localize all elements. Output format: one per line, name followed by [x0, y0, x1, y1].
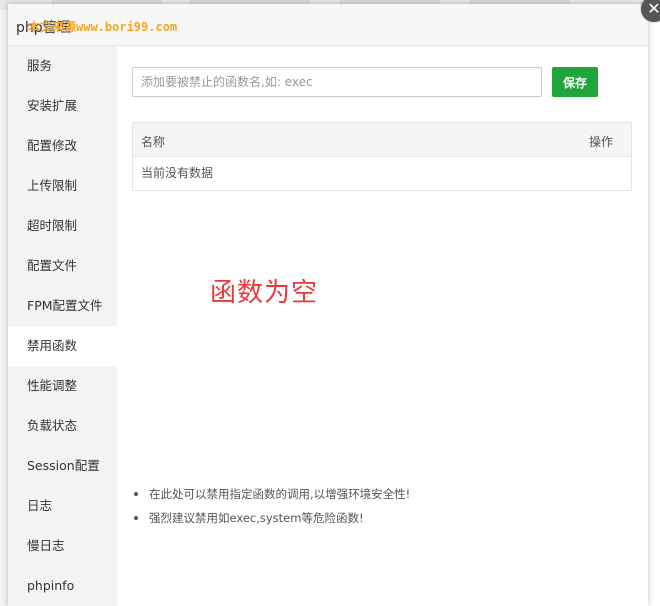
- dialog-header: php管理 本文来源www.bori99.com: [8, 4, 648, 46]
- sidebar-item-disabled-functions[interactable]: 禁用函数: [8, 326, 117, 366]
- save-button[interactable]: 保存: [552, 67, 598, 97]
- annotation-text: 函数为空: [210, 278, 319, 308]
- disabled-functions-table: 名称 操作 当前没有数据: [132, 122, 632, 191]
- php-management-dialog: php管理 本文来源www.bori99.com 服务 安装扩展 配置修改 上传…: [8, 0, 660, 606]
- tip-item: 在此处可以禁用指定函数的调用,以增强环境安全性!: [132, 486, 410, 510]
- sidebar-item-service[interactable]: 服务: [8, 46, 117, 86]
- sidebar-item-performance-tuning[interactable]: 性能调整: [8, 366, 117, 406]
- sidebar-item-load-status[interactable]: 负载状态: [8, 406, 117, 446]
- sidebar-item-config-file[interactable]: 配置文件: [8, 246, 117, 286]
- sidebar-item-upload-limit[interactable]: 上传限制: [8, 166, 117, 206]
- function-name-input[interactable]: [132, 67, 542, 97]
- close-icon: ✕: [647, 0, 660, 18]
- sidebar-item-phpinfo[interactable]: phpinfo: [8, 566, 117, 606]
- sidebar-menu: 服务 安装扩展 配置修改 上传限制 超时限制 配置文件 FPM配置文件 禁用函数…: [8, 46, 117, 606]
- disabled-functions-panel: 保存 名称 操作 当前没有数据 函数为空 在此处可以禁用指定函数的调用,以增强环…: [117, 46, 648, 606]
- sidebar-item-timeout-limit[interactable]: 超时限制: [8, 206, 117, 246]
- table-empty-row: 当前没有数据: [141, 166, 214, 180]
- background-page-edge: [0, 10, 8, 606]
- tips-list: 在此处可以禁用指定函数的调用,以增强环境安全性! 强烈建议禁用如exec,sys…: [132, 486, 410, 534]
- tip-item: 强烈建议禁用如exec,system等危险函数!: [132, 510, 410, 534]
- watermark-text: 本文来源www.bori99.com: [28, 20, 178, 34]
- sidebar-item-log[interactable]: 日志: [8, 486, 117, 526]
- sidebar-item-session-config[interactable]: Session配置: [8, 446, 117, 486]
- column-header-action: 操作: [588, 135, 613, 149]
- sidebar-item-fpm-config-file[interactable]: FPM配置文件: [8, 286, 117, 326]
- sidebar-item-config-edit[interactable]: 配置修改: [8, 126, 117, 166]
- column-header-name: 名称: [141, 135, 166, 149]
- sidebar-item-slow-log[interactable]: 慢日志: [8, 526, 117, 566]
- table-header: 名称 操作: [133, 123, 631, 157]
- sidebar-item-install-extension[interactable]: 安装扩展: [8, 86, 117, 126]
